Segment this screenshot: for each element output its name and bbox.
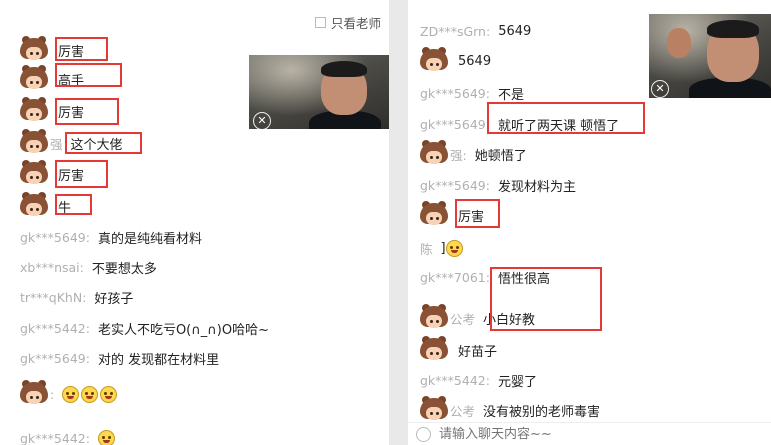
message-username: 陈 — [420, 241, 433, 257]
message-username: gk***5649: — [20, 350, 90, 366]
message-username: xb***nsai: — [20, 259, 84, 275]
avatar — [20, 36, 48, 62]
highlight-box — [487, 102, 645, 134]
highlight-box — [55, 98, 119, 125]
highlight-box — [65, 132, 142, 154]
chat-message: 好苗子 — [408, 336, 771, 363]
avatar — [420, 201, 448, 227]
chat-message: xb***nsai: 不要想太多 — [0, 254, 389, 280]
chat-message: : — [0, 380, 389, 407]
chat-message: gk***5649: 真的是纯纯看材料 — [0, 224, 389, 250]
avatar — [20, 380, 48, 406]
highlight-box — [490, 267, 602, 331]
chat-input[interactable] — [437, 425, 701, 443]
message-username: 强: — [450, 147, 467, 163]
smile-emoji-icon — [445, 239, 463, 257]
smile-emoji-icon — [81, 385, 99, 403]
teacher-only-checkbox[interactable] — [314, 17, 326, 28]
message-username: 强 — [50, 136, 63, 152]
chat-message: gk***5442: — [0, 425, 389, 445]
avatar — [420, 304, 448, 330]
teacher-only-filter[interactable]: 只看老师 — [314, 13, 381, 32]
emoji-face-icon[interactable] — [416, 426, 431, 442]
message-text: 不是 — [497, 87, 524, 103]
chat-message: 公考 没有被别的老师毒害 — [408, 396, 771, 423]
message-text: 老实人不吃亏O(∩_∩)O哈哈~ — [97, 322, 269, 338]
chat-message: 强这个大佬 — [0, 129, 389, 156]
smile-emoji-icon — [97, 429, 115, 445]
avatar — [420, 140, 448, 166]
message-text: 好苗子 — [458, 344, 498, 360]
chat-message: ZD***sGrn: 5649 — [408, 18, 771, 44]
message-username: : — [50, 386, 55, 402]
highlight-box — [55, 160, 108, 188]
chat-message: 强: 她顿悟了 — [408, 140, 771, 167]
message-text: 5649 — [458, 53, 492, 69]
chat-message: gk***5649: 对的 发现都在材料里 — [0, 345, 389, 371]
teacher-only-label: 只看老师 — [330, 16, 381, 31]
message-username: tr***qKhN: — [20, 289, 87, 305]
message-text: 她顿悟了 — [474, 148, 527, 164]
avatar — [20, 97, 48, 123]
message-username: ZD***sGrn: — [420, 23, 491, 39]
chat-message: gk***5442: 元婴了 — [408, 367, 771, 393]
message-text: 没有被别的老师毒害 — [483, 404, 601, 420]
message-username: 公考 — [450, 311, 476, 327]
chat-message: 5649 — [408, 47, 771, 74]
message-text: 元婴了 — [497, 374, 537, 390]
message-text: 5649 — [498, 23, 532, 39]
message-username: gk***5649: — [420, 116, 490, 132]
avatar — [20, 192, 48, 218]
smile-emoji-icon — [62, 385, 80, 403]
highlight-box — [455, 199, 500, 228]
avatar — [420, 396, 448, 422]
message-username: gk***5649: — [420, 177, 490, 193]
message-text: 真的是纯纯看材料 — [97, 231, 202, 247]
message-username: gk***5649: — [420, 85, 490, 101]
avatar — [20, 160, 48, 186]
avatar — [420, 336, 448, 362]
message-username: gk***7061: — [420, 269, 490, 285]
chat-message: 陈] — [408, 235, 771, 261]
chat-message: gk***5649: 发现材料为主 — [408, 172, 771, 198]
message-username: gk***5442: — [20, 320, 90, 336]
message-username: gk***5442: — [420, 372, 490, 388]
avatar — [20, 129, 48, 155]
message-text: 好孩子 — [94, 291, 134, 307]
message-username: gk***5649: — [20, 229, 90, 245]
message-text: 不要想太多 — [91, 261, 157, 277]
chat-input-row — [408, 422, 771, 445]
message-username: 公考 — [450, 403, 476, 419]
highlight-box — [55, 63, 122, 87]
message-text: 对的 发现都在材料里 — [97, 352, 220, 368]
message-text: ] — [440, 240, 446, 256]
smile-emoji-icon — [100, 385, 118, 403]
avatar — [20, 65, 48, 91]
message-text: 发现材料为主 — [497, 179, 576, 195]
avatar — [420, 47, 448, 73]
chat-message: tr***qKhN: 好孩子 — [0, 284, 389, 310]
highlight-box — [55, 194, 92, 215]
chat-message: gk***5442: 老实人不吃亏O(∩_∩)O哈哈~ — [0, 315, 389, 341]
message-username: gk***5442: — [20, 430, 90, 445]
highlight-box — [55, 37, 108, 61]
